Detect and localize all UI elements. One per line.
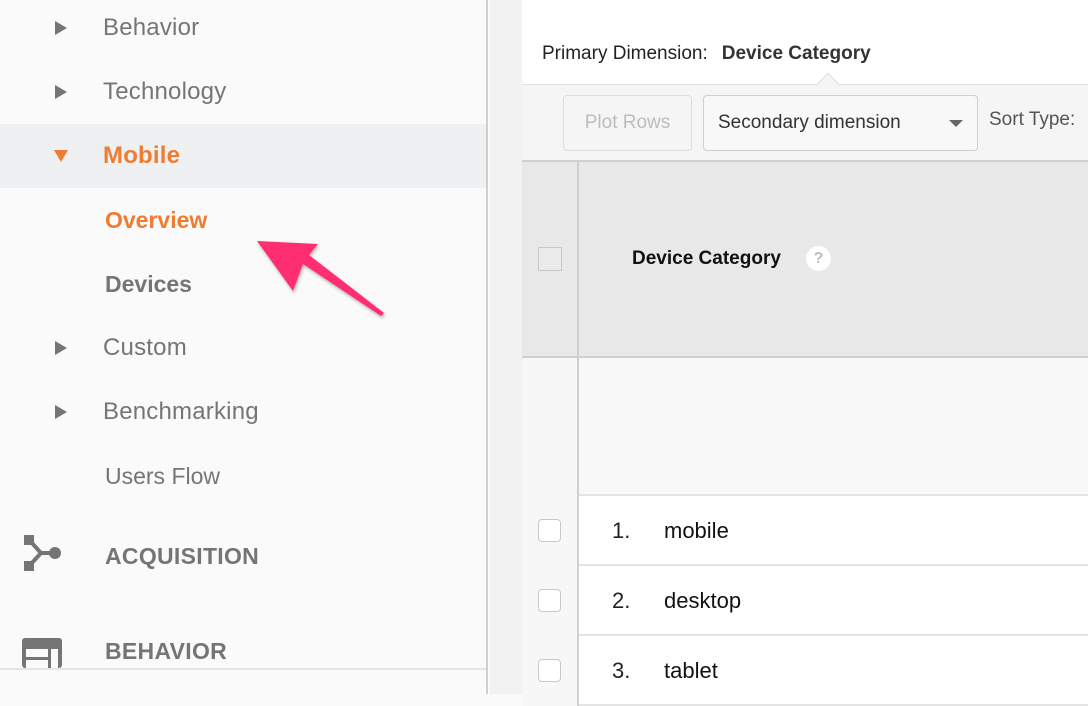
table-toolbar: Plot Rows Secondary dimension Sort Type: [522,72,1088,160]
row-index: 1. [612,518,631,543]
table-row[interactable]: 3. tablet [522,636,1088,706]
table-totals-row [522,358,1088,496]
plot-rows-button[interactable]: Plot Rows [563,95,692,151]
content-gutter [490,0,522,694]
secondary-dimension-select[interactable]: Secondary dimension [703,95,978,151]
row-index: 2. [612,588,631,613]
sidebar-section-label: BEHAVIOR [105,638,228,664]
sidebar-subitem-label: Devices [105,270,192,297]
sidebar-section-acquisition[interactable]: ACQUISITION [0,524,486,588]
caret-right-icon [54,341,68,355]
report-main: Primary Dimension: Device Category Plot R… [522,0,1088,706]
sidebar-item-label: Custom [103,334,187,361]
column-header-device-category[interactable]: Device Category [632,248,781,270]
sidebar-item-behavior[interactable]: Behavior [0,0,486,60]
sidebar-section-label: ACQUISITION [105,542,260,569]
row-device-category[interactable]: desktop [664,588,741,614]
secondary-dimension-label: Secondary dimension [718,112,901,133]
sidebar: Behavior Technology Mobile Overview Devi… [0,0,488,694]
caret-right-icon [54,405,68,419]
select-all-checkbox[interactable] [538,247,562,271]
sidebar-subitem-overview[interactable]: Overview [0,188,486,252]
acquisition-fork-icon [22,534,62,578]
help-icon[interactable]: ? [806,246,831,271]
chevron-down-icon [949,120,963,127]
row-index: 3. [612,658,631,683]
caret-down-icon [54,149,68,163]
row-checkbox[interactable] [538,519,561,542]
row-checkbox-cell [522,566,579,636]
sidebar-item-label: Benchmarking [103,398,259,425]
totals-checkbox-cell [522,358,579,496]
row-checkbox-cell [522,496,579,566]
table-row[interactable]: 2. desktop [522,566,1088,636]
sidebar-item-label: Behavior [103,14,200,41]
row-device-category[interactable]: tablet [664,658,718,684]
sidebar-item-benchmarking[interactable]: Benchmarking [0,380,486,444]
sidebar-section-behavior[interactable]: BEHAVIOR [0,620,486,668]
row-device-category[interactable]: mobile [664,518,729,544]
sidebar-item-label: Mobile [103,142,181,169]
sidebar-item-mobile[interactable]: Mobile [0,124,486,188]
behavior-layout-icon [22,638,64,668]
sort-type-label: Sort Type: [989,109,1076,130]
primary-dimension: Primary Dimension: Device Category [542,43,871,65]
table-row[interactable]: 1. mobile [522,496,1088,566]
sidebar-item-users-flow[interactable]: Users Flow [0,444,486,508]
row-checkbox[interactable] [538,659,561,682]
sidebar-item-custom[interactable]: Custom [0,316,486,380]
row-checkbox-cell [522,636,579,706]
caret-right-icon [54,21,68,35]
caret-right-icon [54,85,68,99]
sidebar-subitem-label: Overview [105,206,208,233]
sidebar-subitem-devices[interactable]: Devices [0,252,486,316]
table-header: Device Category ? [522,160,1088,358]
sidebar-item-label: Technology [103,78,227,105]
sidebar-item-label: Users Flow [105,462,221,489]
header-checkbox-cell [522,162,579,356]
primary-dimension-value[interactable]: Device Category [722,43,871,64]
row-checkbox[interactable] [538,589,561,612]
toolbar-pointer [816,72,840,96]
primary-dimension-label: Primary Dimension: [542,43,708,64]
sidebar-item-technology[interactable]: Technology [0,60,486,124]
sidebar-divider [0,668,486,670]
